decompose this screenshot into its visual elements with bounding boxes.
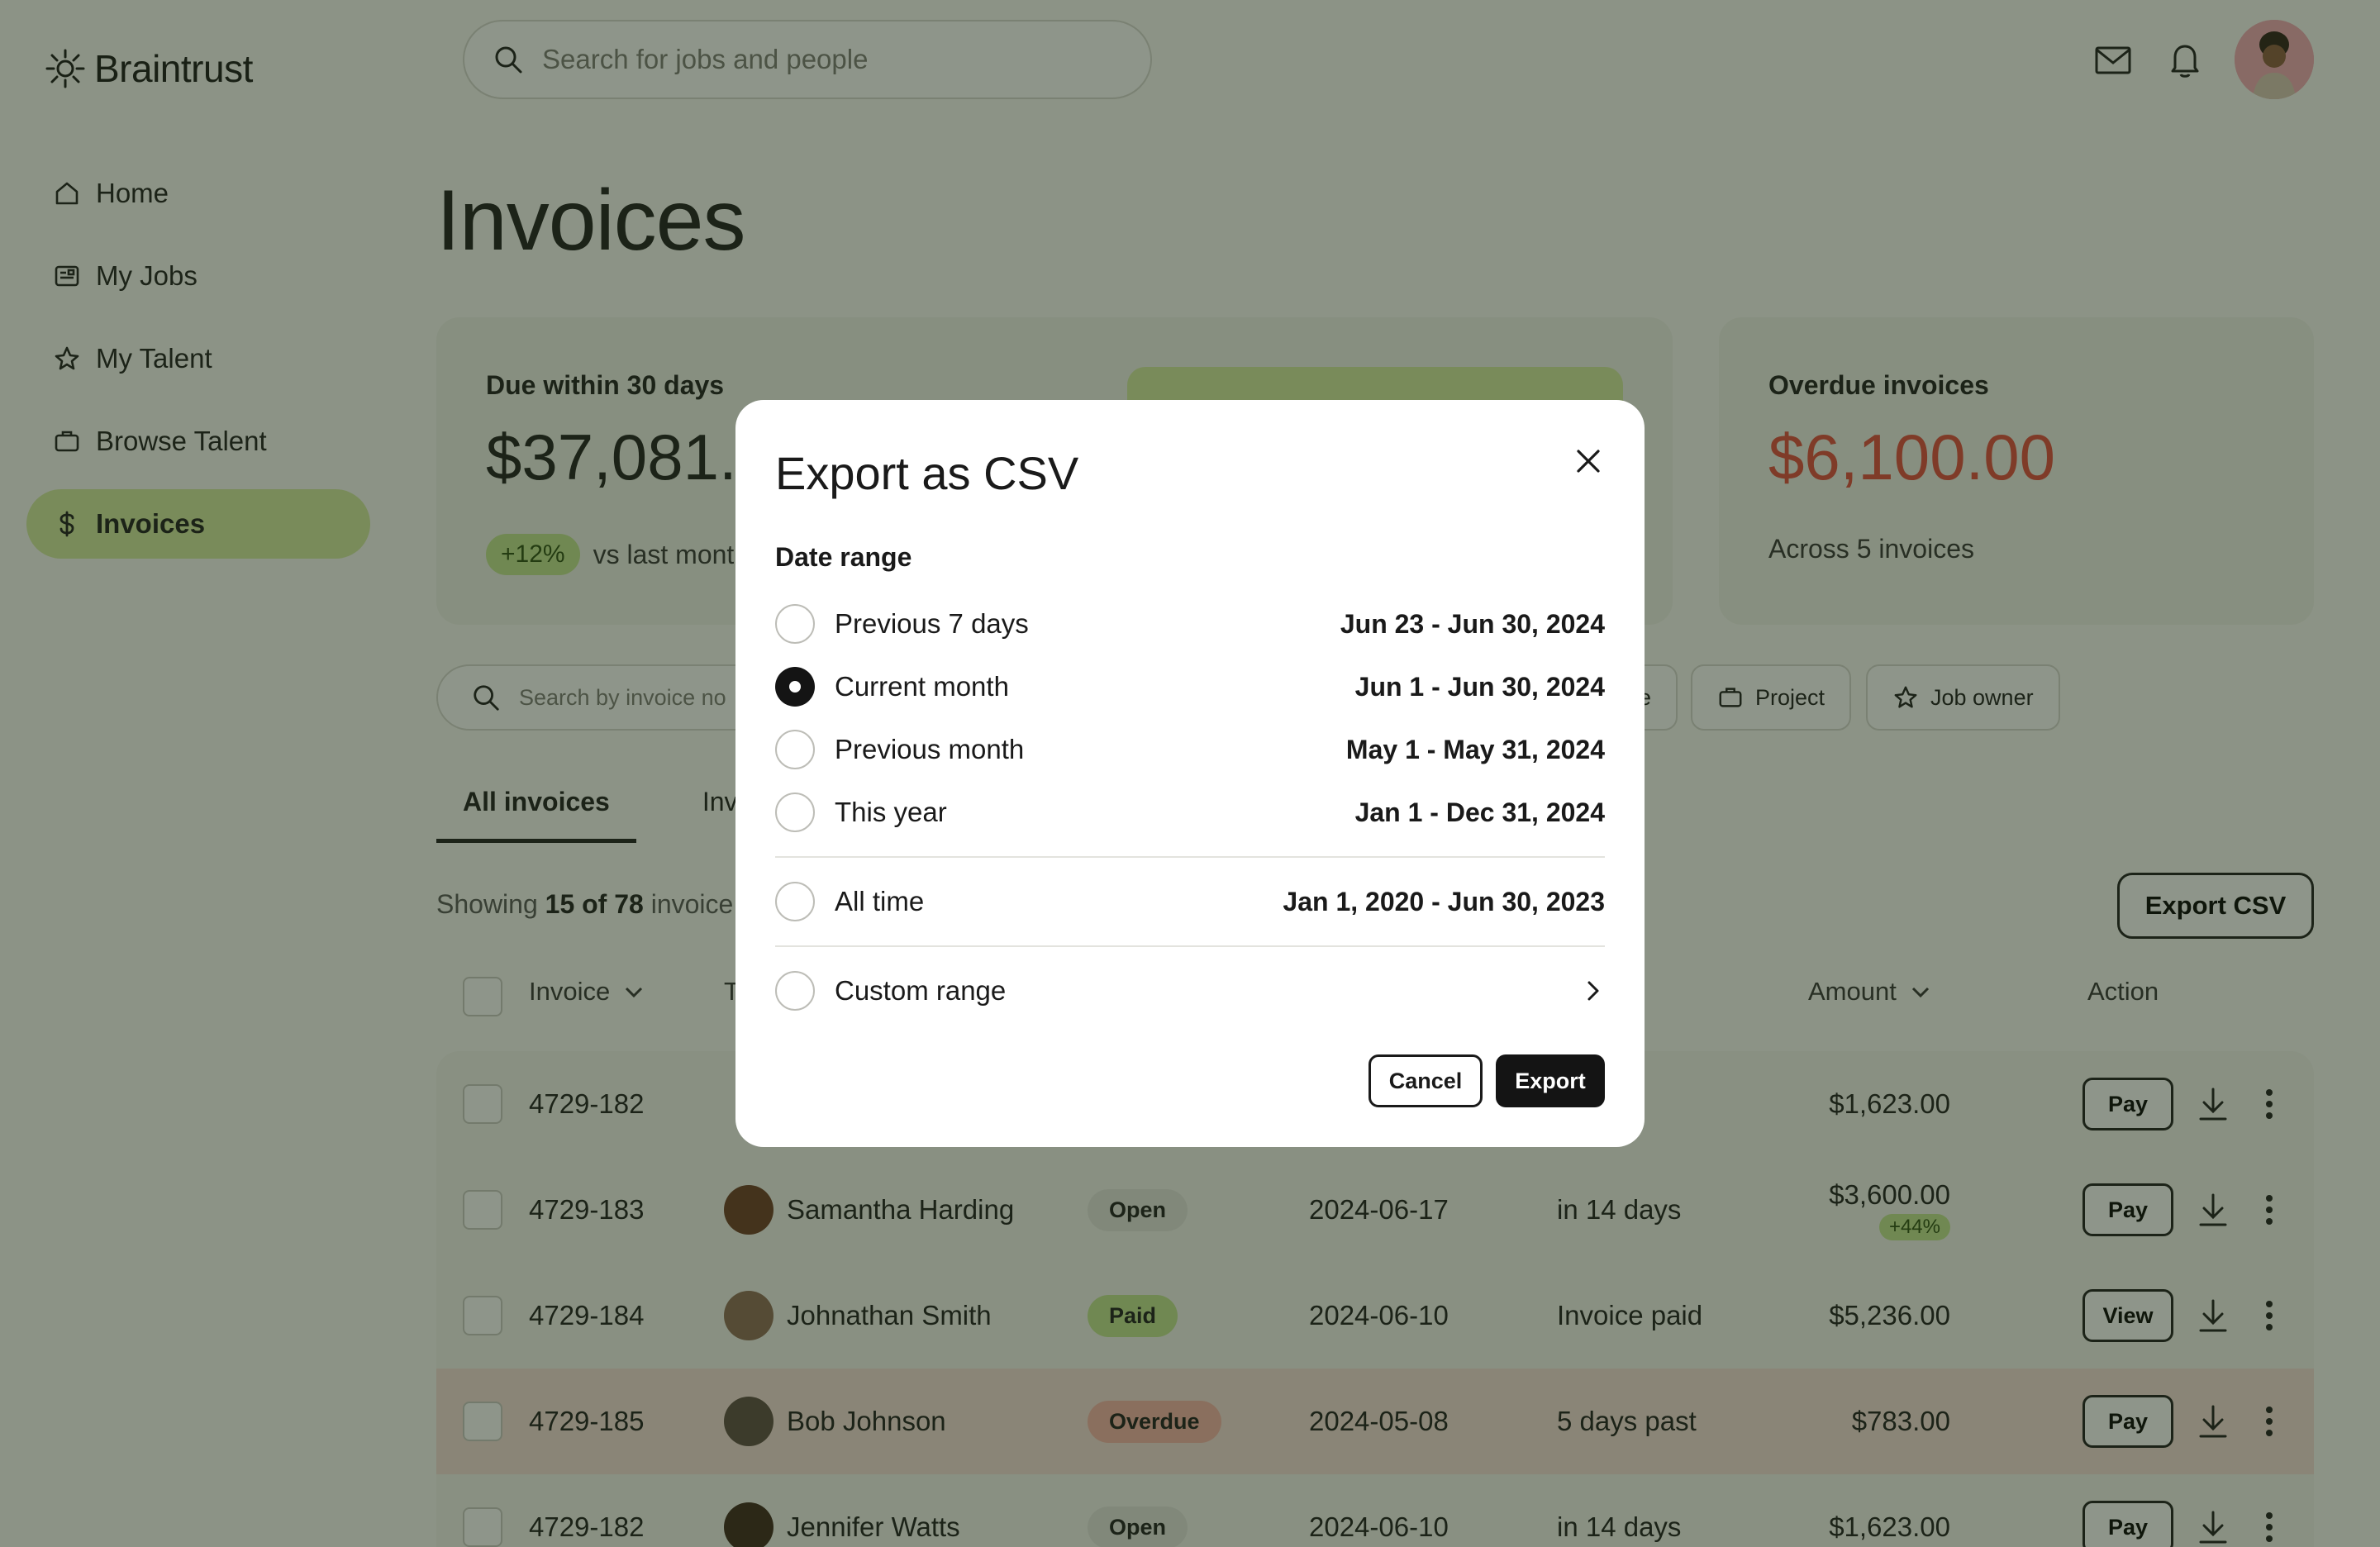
option-label: Previous month bbox=[835, 734, 1025, 764]
option-range: Jan 1 - Dec 31, 2024 bbox=[1354, 797, 1605, 827]
option-label: Previous 7 days bbox=[835, 608, 1029, 639]
option-this-year[interactable]: This year Jan 1 - Dec 31, 2024 bbox=[775, 783, 1605, 841]
close-icon[interactable] bbox=[1562, 435, 1615, 488]
option-all-time[interactable]: All time Jan 1, 2020 - Jun 30, 2023 bbox=[775, 873, 1605, 931]
radio-button[interactable] bbox=[775, 882, 815, 921]
date-range-label: Date range bbox=[775, 542, 912, 572]
radio-button[interactable] bbox=[775, 971, 815, 1011]
option-previous-month[interactable]: Previous month May 1 - May 31, 2024 bbox=[775, 721, 1605, 778]
radio-button[interactable] bbox=[775, 793, 815, 832]
radio-button-selected[interactable] bbox=[775, 667, 815, 707]
export-button[interactable]: Export bbox=[1496, 1054, 1605, 1107]
option-range: Jan 1, 2020 - Jun 30, 2023 bbox=[1283, 886, 1605, 916]
cancel-button[interactable]: Cancel bbox=[1368, 1054, 1483, 1107]
option-range: Jun 1 - Jun 30, 2024 bbox=[1354, 671, 1605, 702]
option-label: Custom range bbox=[835, 975, 1007, 1006]
divider bbox=[775, 856, 1605, 858]
option-range: May 1 - May 31, 2024 bbox=[1345, 734, 1605, 764]
export-csv-modal: Export as CSV Date range Previous 7 days… bbox=[735, 400, 1645, 1147]
option-previous-7-days[interactable]: Previous 7 days Jun 23 - Jun 30, 2024 bbox=[775, 595, 1605, 653]
option-label: Current month bbox=[835, 671, 1009, 702]
radio-button[interactable] bbox=[775, 730, 815, 769]
modal-title: Export as CSV bbox=[775, 447, 1079, 499]
option-range: Jun 23 - Jun 30, 2024 bbox=[1340, 608, 1605, 639]
chevron-right-icon bbox=[1580, 978, 1605, 1003]
radio-button[interactable] bbox=[775, 604, 815, 644]
option-custom-range[interactable]: Custom range bbox=[775, 962, 1605, 1020]
option-label: All time bbox=[835, 886, 925, 916]
option-current-month[interactable]: Current month Jun 1 - Jun 30, 2024 bbox=[775, 658, 1605, 716]
option-label: This year bbox=[835, 797, 947, 827]
divider bbox=[775, 945, 1605, 947]
